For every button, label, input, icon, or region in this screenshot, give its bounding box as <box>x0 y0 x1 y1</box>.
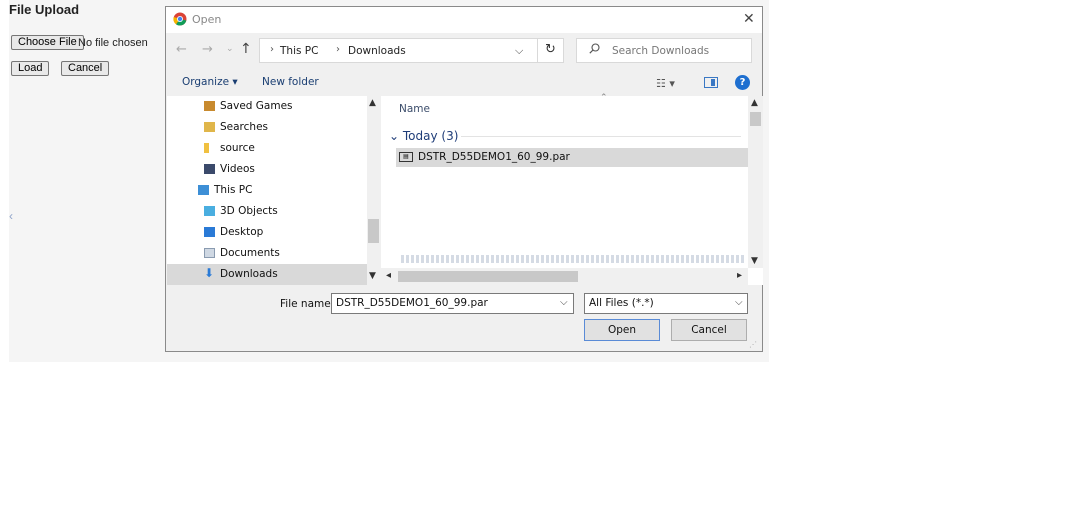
3d-objects-icon <box>204 206 215 216</box>
recent-locations-chevron-icon[interactable]: ⌄ <box>226 44 234 54</box>
chevron-down-icon[interactable]: ⌵ <box>560 297 568 308</box>
change-view-icon[interactable]: ☷ ▾ <box>656 77 675 90</box>
help-icon[interactable]: ? <box>735 75 750 90</box>
desktop-icon <box>204 227 215 237</box>
collapse-handle-icon[interactable]: ‹ <box>9 208 13 224</box>
resize-grip-icon[interactable]: ⋰ <box>749 340 759 350</box>
sort-caret-icon: ⌃ <box>600 93 608 103</box>
scroll-thumb[interactable] <box>398 271 578 282</box>
chevron-down-icon[interactable]: ⌵ <box>735 297 743 308</box>
group-header-today[interactable]: ⌄ Today (3) <box>389 129 458 143</box>
page-title: File Upload <box>9 2 80 17</box>
nav-scrollbar[interactable]: ▲ ▼ <box>367 96 380 285</box>
saved-games-icon <box>204 101 215 111</box>
file-name-value: DSTR_D55DEMO1_60_99.par <box>336 297 488 309</box>
scroll-up-icon[interactable]: ▲ <box>751 98 758 108</box>
nav-item-label: Documents <box>220 247 280 259</box>
folder-icon <box>204 143 209 153</box>
nav-item-label: 3D Objects <box>220 205 278 217</box>
scroll-left-icon[interactable]: ◂ <box>386 270 391 281</box>
search-icon <box>589 43 600 54</box>
file-name: DSTR_D55DEMO1_60_99.par <box>418 151 570 163</box>
scroll-down-icon[interactable]: ▼ <box>369 271 376 281</box>
searches-icon <box>204 122 215 132</box>
nav-item-saved-games[interactable]: Saved Games <box>167 96 367 117</box>
cancel-upload-button[interactable]: Cancel <box>61 61 110 76</box>
column-header-name[interactable]: Name <box>399 103 430 115</box>
organize-menu[interactable]: Organize ▾ <box>182 76 238 88</box>
nav-item-downloads[interactable]: ⬇ Downloads <box>167 264 367 285</box>
scroll-up-icon[interactable]: ▲ <box>369 98 376 108</box>
file-name-label: File name: <box>280 298 335 310</box>
address-bar[interactable]: › This PC › Downloads ⌵ <box>259 38 564 63</box>
nav-item-3d-objects[interactable]: 3D Objects <box>167 201 367 222</box>
back-arrow-icon[interactable]: ← <box>176 42 187 57</box>
scroll-thumb[interactable] <box>750 112 761 126</box>
new-folder-button[interactable]: New folder <box>262 76 319 88</box>
open-button[interactable]: Open <box>584 319 660 341</box>
file-list-horizontal-scrollbar[interactable]: ◂ ▸ <box>381 268 748 285</box>
refresh-button[interactable]: ↻ <box>537 38 564 63</box>
nav-item-documents[interactable]: Documents <box>167 243 367 264</box>
choose-file-button[interactable]: Choose File <box>11 35 84 50</box>
nav-item-label: Desktop <box>220 226 264 238</box>
scroll-down-icon[interactable]: ▼ <box>751 256 758 266</box>
search-input[interactable]: Search Downloads <box>576 38 752 63</box>
cancel-button[interactable]: Cancel <box>671 319 747 341</box>
nav-item-desktop[interactable]: Desktop <box>167 222 367 243</box>
computer-icon <box>198 185 209 195</box>
downloads-icon: ⬇ <box>204 266 215 280</box>
up-arrow-icon[interactable]: ↑ <box>240 41 252 57</box>
nav-item-label: source <box>220 142 255 154</box>
nav-item-label: This PC <box>214 184 253 196</box>
chevron-down-icon[interactable]: ⌵ <box>515 44 523 58</box>
nav-item-label: Downloads <box>220 268 278 280</box>
chevron-right-icon: › <box>336 44 340 55</box>
chevron-right-icon: › <box>270 44 274 55</box>
nav-item-label: Searches <box>220 121 269 133</box>
nav-item-label: Saved Games <box>220 100 293 112</box>
file-name-field[interactable]: DSTR_D55DEMO1_60_99.par ⌵ <box>331 293 574 314</box>
videos-icon <box>204 164 215 174</box>
file-row[interactable]: ▤ DSTR_D55DEMO1_60_99.par <box>396 148 748 167</box>
preview-pane-icon[interactable] <box>704 77 718 88</box>
breadcrumb-this-pc[interactable]: This PC <box>280 45 318 57</box>
file-type-filter-select[interactable]: All Files (*.*) ⌵ <box>584 293 748 314</box>
file-list-vertical-scrollbar[interactable]: ▲ ▼ <box>748 96 763 268</box>
divider <box>461 136 741 137</box>
nav-item-videos[interactable]: Videos <box>167 159 367 180</box>
navigation-pane: Saved Games Searches source Videos This … <box>167 96 380 285</box>
close-icon[interactable]: ✕ <box>743 11 755 27</box>
scroll-thumb[interactable] <box>368 219 379 243</box>
scroll-right-icon[interactable]: ▸ <box>737 270 742 281</box>
dialog-titlebar: Open ✕ <box>166 7 762 33</box>
nav-item-searches[interactable]: Searches <box>167 117 367 138</box>
par-file-icon: ▤ <box>399 152 413 162</box>
file-type-filter-value: All Files (*.*) <box>589 297 654 309</box>
load-button[interactable]: Load <box>11 61 50 76</box>
search-placeholder: Search Downloads <box>612 45 710 57</box>
dialog-title: Open <box>192 13 222 26</box>
documents-icon <box>204 248 215 258</box>
nav-item-label: Videos <box>220 163 255 175</box>
nav-item-source[interactable]: source <box>167 138 367 159</box>
obscured-file-row <box>401 255 746 263</box>
chrome-icon <box>173 12 187 26</box>
nav-item-this-pc[interactable]: This PC <box>167 180 367 201</box>
no-file-chosen-text: No file chosen <box>78 37 148 49</box>
open-file-dialog: Open ✕ ← → ⌄ ↑ › This PC › Downloads ⌵ ↻… <box>165 6 763 352</box>
file-list-pane: ⌃ Name ⌄ Today (3) ▤ DSTR_D55DEMO1_60_99… <box>381 93 763 285</box>
group-label: Today (3) <box>402 129 459 143</box>
breadcrumb-downloads[interactable]: Downloads <box>348 45 406 57</box>
forward-arrow-icon[interactable]: → <box>202 42 213 57</box>
